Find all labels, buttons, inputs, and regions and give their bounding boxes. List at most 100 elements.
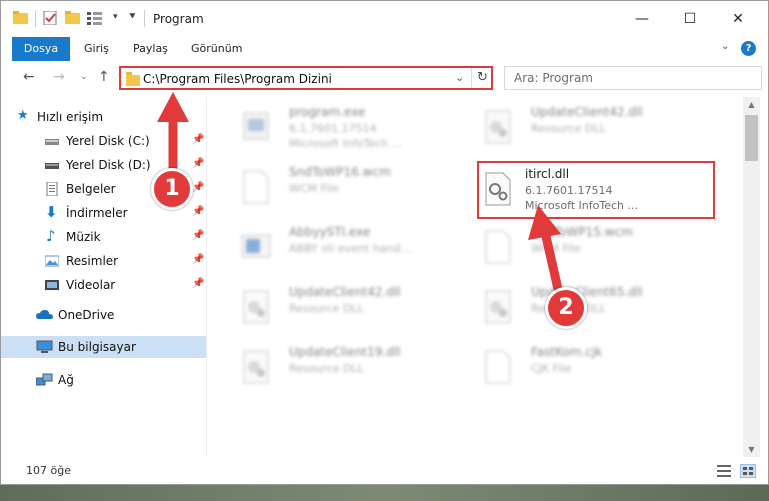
sidebar-item-network[interactable]: Ağ <box>1 369 206 391</box>
view-options-icon[interactable] <box>87 11 103 25</box>
drive-icon <box>45 163 59 169</box>
sidebar-item-music[interactable]: ♪ Müzik 📌 <box>1 226 206 248</box>
sidebar-item-this-pc[interactable]: Bu bilgisayar <box>1 336 206 358</box>
sidebar-item-label: Ağ <box>58 373 74 387</box>
file-tile-sndtowp15[interactable]: SndToWP15.wcm WCM File <box>457 221 693 277</box>
sidebar-item-label: Bu bilgisayar <box>58 340 136 354</box>
file-tile-fastkom[interactable]: FastKom.cjk CJK File <box>457 341 693 397</box>
up-arrow-icon[interactable]: ↑ <box>98 69 110 85</box>
cloud-icon <box>36 310 53 319</box>
pin-icon[interactable]: 📌 <box>192 134 204 145</box>
recent-locations-icon[interactable]: ⌄ <box>80 72 88 82</box>
music-icon: ♪ <box>46 227 56 245</box>
refresh-icon[interactable]: ↻ <box>477 70 488 85</box>
file-tile-updateclient19[interactable]: UpdateClient19.dll Resource DLL <box>215 341 451 397</box>
pin-icon[interactable]: 📌 <box>192 230 204 241</box>
search-input[interactable]: Ara: Program <box>504 66 762 90</box>
file-name: UpdateClient19.dll <box>289 345 401 359</box>
address-bar[interactable]: C:\Program Files\Program Dizini ⌄ ↻ <box>119 66 493 90</box>
exe-icon <box>243 112 269 140</box>
pin-icon[interactable]: 📌 <box>192 158 204 169</box>
dll-icon <box>243 290 269 324</box>
file-description: ABBY sti event hand... <box>289 242 411 255</box>
videos-icon <box>45 280 59 290</box>
file-company: Microsoft InfoTech ... <box>289 137 402 150</box>
documents-icon <box>46 182 58 196</box>
folder-icon <box>13 11 28 24</box>
pin-icon[interactable]: 📌 <box>192 254 204 265</box>
file-icon <box>485 350 511 384</box>
desktop-background <box>0 485 769 501</box>
explorer-window: ▾ ⯆ Program — ☐ ✕ Dosya Giriş Paylaş Gör… <box>0 0 769 485</box>
pane-divider[interactable] <box>206 97 207 457</box>
exe-icon <box>241 234 271 258</box>
forward-arrow-icon[interactable]: → <box>53 69 65 85</box>
close-button[interactable]: ✕ <box>715 1 761 37</box>
sidebar-item-label: İndirmeler <box>66 206 128 220</box>
address-path: C:\Program Files\Program Dizini <box>143 72 332 86</box>
tab-view[interactable]: Görünüm <box>191 37 242 61</box>
title-separator <box>144 10 145 27</box>
scroll-down-icon[interactable]: ▼ <box>743 445 760 454</box>
sidebar-item-onedrive[interactable]: OneDrive <box>1 304 206 326</box>
file-type: Resource DLL <box>289 302 364 315</box>
file-tile-program-exe[interactable]: program.exe 6.1.7601.17514 Microsoft Inf… <box>215 101 451 157</box>
address-dropdown-icon[interactable]: ⌄ <box>455 71 464 84</box>
file-name: FastKom.cjk <box>531 345 603 359</box>
qat-customize-icon[interactable]: ▾ <box>113 12 118 22</box>
network-icon <box>36 373 53 386</box>
sidebar-item-pictures[interactable]: Resimler 📌 <box>1 250 206 272</box>
details-view-icon[interactable] <box>717 465 731 477</box>
folder-icon <box>126 72 140 86</box>
file-tile-updateclient42[interactable]: UpdateClient42.dll Resource DLL <box>457 101 693 157</box>
sidebar-item-label: Videolar <box>66 278 116 292</box>
tab-file[interactable]: Dosya <box>12 37 70 61</box>
dll-icon <box>485 290 511 324</box>
dll-icon <box>485 172 511 206</box>
file-tile-abbyysti[interactable]: AbbyySTI.exe ABBY sti event hand... <box>215 221 451 277</box>
star-icon: ★ <box>17 108 29 123</box>
file-tile-updateclient42-b[interactable]: UpdateClient42.dll Resource DLL <box>215 281 451 337</box>
new-folder-icon[interactable] <box>65 11 81 25</box>
sidebar-item-disk-c[interactable]: Yerel Disk (C:) 📌 <box>1 130 206 152</box>
file-name: SndToWP16.wcm <box>289 165 391 179</box>
pin-icon[interactable]: 📌 <box>192 182 204 193</box>
step-badge-2: 2 <box>545 287 587 329</box>
scroll-thumb[interactable] <box>745 115 758 161</box>
tab-share[interactable]: Paylaş <box>133 37 168 61</box>
item-count: 107 öğe <box>26 464 71 477</box>
computer-icon <box>36 340 53 353</box>
maximize-button[interactable]: ☐ <box>667 1 713 37</box>
file-type: Resource DLL <box>531 122 606 135</box>
back-arrow-icon[interactable]: ← <box>23 69 35 85</box>
dll-icon <box>243 350 269 384</box>
tiles-view-icon[interactable] <box>740 464 756 478</box>
sidebar-item-label: Müzik <box>66 230 101 244</box>
qat-dropdown-icon[interactable]: ⯆ <box>128 10 137 24</box>
search-placeholder: Ara: Program <box>514 71 593 85</box>
properties-icon[interactable] <box>43 11 59 25</box>
sidebar-item-quick-access[interactable]: ★ Hızlı erişim <box>1 106 206 128</box>
sidebar-item-label: Hızlı erişim <box>37 110 104 124</box>
pin-icon[interactable]: 📌 <box>192 278 204 289</box>
address-separator <box>471 68 472 88</box>
minimize-button[interactable]: — <box>619 1 665 37</box>
vertical-scrollbar[interactable]: ▲ ▼ <box>743 97 760 457</box>
ribbon-expand-icon[interactable]: ⌄ <box>721 41 729 52</box>
help-icon[interactable]: ? <box>741 41 756 56</box>
tab-home[interactable]: Giriş <box>84 37 109 61</box>
file-name: itircl.dll <box>525 167 570 181</box>
file-type: CJK File <box>531 362 572 375</box>
file-icon <box>243 170 269 204</box>
navigation-bar: ← → ⌄ ↑ C:\Program Files\Program Dizini … <box>1 61 768 95</box>
file-tile-itircl-dll[interactable]: itircl.dll 6.1.7601.17514 Microsoft Info… <box>477 161 715 219</box>
file-company: Microsoft InfoTech ... <box>525 199 638 212</box>
drive-icon <box>45 139 59 145</box>
sidebar-item-label: OneDrive <box>58 308 115 322</box>
file-name: AbbyySTI.exe <box>289 225 371 239</box>
file-tile-sndtowp16[interactable]: SndToWP16.wcm WCM File <box>215 161 451 217</box>
file-icon <box>485 230 511 264</box>
scroll-up-icon[interactable]: ▲ <box>743 100 760 109</box>
pin-icon[interactable]: 📌 <box>192 206 204 217</box>
sidebar-item-videos[interactable]: Videolar 📌 <box>1 274 206 296</box>
